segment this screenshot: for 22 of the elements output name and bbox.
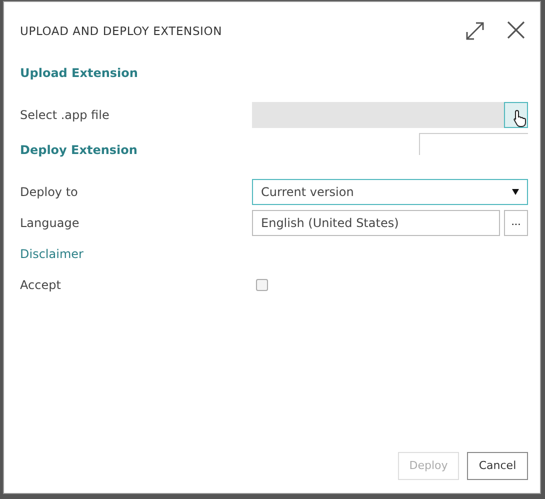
dropdown[interactable]: Current version (252, 179, 528, 205)
field-label: Deploy to (20, 184, 79, 201)
browse-button[interactable] (504, 102, 528, 128)
section-heading: Upload Extension (20, 65, 138, 82)
close-icon[interactable] (506, 20, 526, 40)
cancel-button[interactable]: Cancel (467, 452, 528, 480)
lookup-button[interactable]: ... (504, 210, 528, 236)
checkbox[interactable] (256, 279, 268, 291)
section-heading: Deploy Extension (20, 142, 138, 159)
field-value: English (United States) (261, 215, 399, 232)
dropdown-arrow-icon (512, 189, 519, 195)
dropdown-value: Current version (261, 184, 354, 201)
field-label: Accept (20, 277, 62, 294)
field-label: Select .app file (20, 107, 110, 124)
dialog-title: UPLOAD AND DEPLOY EXTENSION (20, 23, 222, 40)
text-field[interactable]: English (United States) (252, 210, 500, 236)
expand-icon[interactable] (464, 20, 486, 42)
file-field[interactable] (252, 102, 504, 128)
disclaimer-link[interactable]: Disclaimer (20, 245, 84, 263)
field-label: Language (20, 215, 80, 232)
empty-field[interactable] (419, 133, 528, 155)
hand-cursor-icon (513, 109, 527, 127)
